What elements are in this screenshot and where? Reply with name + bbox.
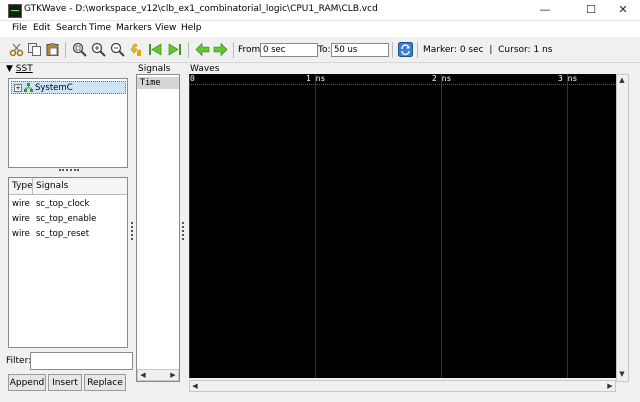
- toolbar-separator: [233, 42, 234, 58]
- filter-input[interactable]: [30, 352, 133, 370]
- paste-icon[interactable]: [45, 42, 60, 57]
- replace-button[interactable]: Replace: [84, 374, 126, 391]
- toolbar-separator: [417, 42, 418, 58]
- signals-list-header: Type Signals: [9, 178, 127, 195]
- toolbar-separator: [65, 42, 66, 58]
- marker-cursor-status: Marker: 0 sec | Cursor: 1 ns: [423, 45, 552, 55]
- cursor-readout: Cursor: 1 ns: [498, 45, 553, 55]
- menu-help[interactable]: Help: [181, 23, 202, 33]
- from-time-input[interactable]: [260, 43, 318, 57]
- grid-line: [441, 74, 442, 378]
- signal-type: wire: [12, 229, 30, 239]
- ruler-tick-label: 3 ns: [558, 74, 578, 83]
- filter-label: Filter:: [6, 356, 32, 366]
- scroll-left-arrow-icon[interactable]: ◀: [190, 381, 200, 391]
- undo-zoom-icon[interactable]: [129, 42, 144, 57]
- signal-name: sc_top_reset: [36, 229, 90, 239]
- scroll-up-arrow-icon[interactable]: ▲: [617, 75, 627, 85]
- reload-icon[interactable]: [398, 42, 413, 57]
- signal-name: sc_top_enable: [36, 214, 97, 224]
- to-label: To:: [318, 45, 331, 55]
- time-row-label: Time: [140, 78, 161, 88]
- append-button[interactable]: Append: [8, 374, 46, 391]
- tree-item-label: SystemC: [35, 83, 73, 93]
- close-button[interactable]: ✕: [604, 0, 640, 20]
- menu-time[interactable]: Time: [89, 23, 111, 33]
- sst-tree[interactable]: + SystemC: [8, 78, 128, 168]
- time-ruler: 0 1 ns 2 ns 3 ns: [189, 74, 616, 85]
- marker-readout: Marker: 0 sec: [423, 45, 484, 55]
- time-row[interactable]: Time: [137, 77, 179, 89]
- module-hierarchy-icon: [24, 83, 33, 92]
- signal-type: wire: [12, 199, 30, 209]
- menu-bar: File Edit Search Time Markers View Help: [0, 21, 640, 37]
- sst-header-label: SST: [15, 64, 33, 74]
- toolbar-separator: [392, 42, 393, 58]
- tree-expander-icon[interactable]: +: [14, 84, 22, 92]
- signals-list[interactable]: Type Signals wire sc_top_clock wire sc_t…: [8, 177, 128, 348]
- collapse-triangle-icon: ▼: [6, 64, 13, 74]
- waves-pane-title: Waves: [190, 64, 220, 74]
- grid-line: [189, 74, 190, 378]
- pane-resize-grip[interactable]: [59, 169, 79, 175]
- waves-horizontal-scrollbar[interactable]: ◀ ▶: [189, 380, 616, 392]
- sst-expander[interactable]: ▼ SST: [6, 64, 33, 74]
- scroll-down-arrow-icon[interactable]: ▼: [617, 369, 627, 379]
- signal-name: sc_top_clock: [36, 199, 90, 209]
- title-bar: GTKWave - D:\workspace_v12\clb_ex1_combi…: [0, 0, 640, 21]
- minimize-button[interactable]: —: [526, 0, 564, 20]
- toolbar: From: To: Marker: 0 sec | Cursor: 1 ns: [0, 38, 640, 63]
- insert-button[interactable]: Insert: [48, 374, 82, 391]
- toolbar-separator: [188, 42, 189, 58]
- tree-item-systemc[interactable]: + SystemC: [11, 81, 126, 94]
- menu-view[interactable]: View: [155, 23, 176, 33]
- cut-icon[interactable]: [9, 42, 24, 57]
- pane-resize-grip[interactable]: [182, 222, 187, 240]
- ruler-tick-label: 1 ns: [306, 74, 326, 83]
- waveform-canvas[interactable]: 0 1 ns 2 ns 3 ns: [189, 74, 616, 378]
- scroll-right-arrow-icon[interactable]: ▶: [168, 370, 178, 380]
- status-separator: |: [489, 45, 493, 55]
- zoom-to-start-icon[interactable]: [148, 42, 163, 57]
- column-header-type[interactable]: Type: [12, 181, 33, 191]
- grid-line: [315, 74, 316, 378]
- zoom-fit-icon[interactable]: [72, 42, 87, 57]
- find-next-edge-icon[interactable]: [213, 42, 228, 57]
- scroll-left-arrow-icon[interactable]: ◀: [138, 370, 148, 380]
- scroll-right-arrow-icon[interactable]: ▶: [605, 381, 615, 391]
- zoom-out-icon[interactable]: [110, 42, 125, 57]
- find-previous-edge-icon[interactable]: [195, 42, 210, 57]
- copy-icon[interactable]: [27, 42, 42, 57]
- zoom-in-icon[interactable]: [91, 42, 106, 57]
- menu-file[interactable]: File: [12, 23, 27, 33]
- signals-horizontal-scrollbar[interactable]: ◀ ▶: [137, 369, 179, 381]
- menu-edit[interactable]: Edit: [33, 23, 50, 33]
- to-time-input[interactable]: [331, 43, 389, 57]
- window-title: GTKWave - D:\workspace_v12\clb_ex1_combi…: [24, 4, 378, 14]
- column-header-signals[interactable]: Signals: [36, 181, 68, 191]
- ruler-tick-label: 0: [190, 74, 195, 83]
- waves-vertical-scrollbar[interactable]: ▲ ▼: [616, 74, 629, 382]
- menu-search[interactable]: Search: [56, 23, 87, 33]
- column-divider: [32, 178, 33, 194]
- signals-pane-title: Signals: [138, 64, 171, 74]
- zoom-to-end-icon[interactable]: [167, 42, 182, 57]
- gtkwave-app-icon: [8, 4, 22, 18]
- signals-pane[interactable]: Time ◀ ▶: [136, 74, 180, 382]
- ruler-tick-label: 2 ns: [432, 74, 452, 83]
- grid-line: [567, 74, 568, 378]
- menu-markers[interactable]: Markers: [116, 23, 152, 33]
- signal-type: wire: [12, 214, 30, 224]
